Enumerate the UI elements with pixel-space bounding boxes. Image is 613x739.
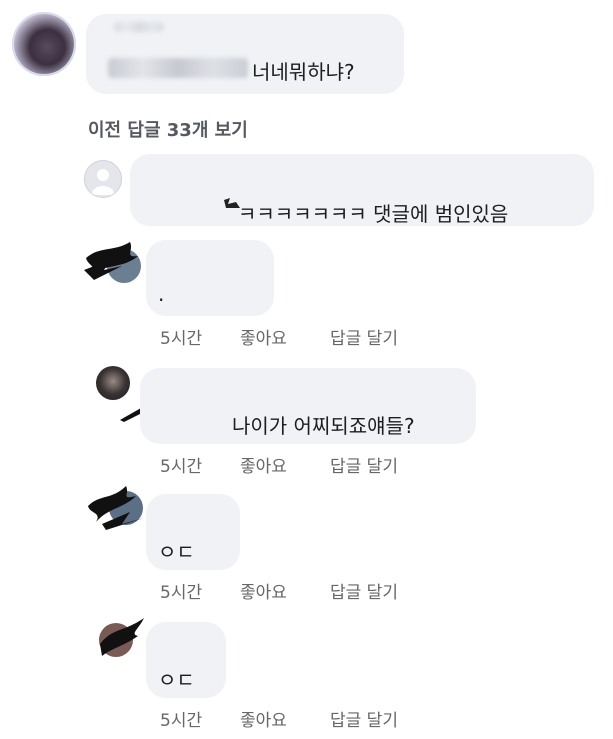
time-label: 5시간: [160, 457, 203, 477]
view-previous-replies-link[interactable]: 이전 답글 33개 보기: [88, 116, 248, 142]
reply-text-5: ㅇㄷ: [158, 668, 195, 692]
avatar-reply-3[interactable]: [96, 366, 130, 400]
person-silhouette-icon[interactable]: [84, 160, 122, 198]
reply-bubble-2: [146, 240, 274, 316]
blurred-tagged-name: [108, 58, 248, 78]
like-button[interactable]: 좋아요: [240, 452, 287, 477]
reply-text-2: .: [158, 282, 165, 306]
time-label: 5시간: [160, 329, 203, 349]
avatar-reply-4-scribbled[interactable]: [86, 484, 148, 532]
reply-button[interactable]: 답글 달기: [330, 452, 398, 477]
avatar-reply-2-scribbled[interactable]: [84, 240, 144, 290]
time-label: 5시간: [160, 711, 203, 731]
like-button[interactable]: 좋아요: [240, 324, 287, 349]
reply-button[interactable]: 답글 달기: [330, 578, 398, 603]
like-button[interactable]: 좋아요: [240, 578, 287, 603]
time-label: 5시간: [160, 583, 203, 603]
comment-text-top: 너네뭐하냐?: [252, 60, 355, 84]
reply-text-1: ㅋㅋㅋㅋㅋㅋㅋ 댓글에 범인있음: [238, 202, 509, 226]
blurred-name-top: [114, 22, 164, 32]
avatar-reply-5-scribbled[interactable]: [94, 614, 150, 660]
like-button[interactable]: 좋아요: [240, 706, 287, 731]
reply-button[interactable]: 답글 달기: [330, 324, 398, 349]
reply-button[interactable]: 답글 달기: [330, 706, 398, 731]
avatar-top-comment[interactable]: [12, 12, 76, 76]
reply-text-3: 나이가 어찌되죠얘들?: [232, 414, 415, 438]
reply-text-4: ㅇㄷ: [158, 540, 195, 564]
